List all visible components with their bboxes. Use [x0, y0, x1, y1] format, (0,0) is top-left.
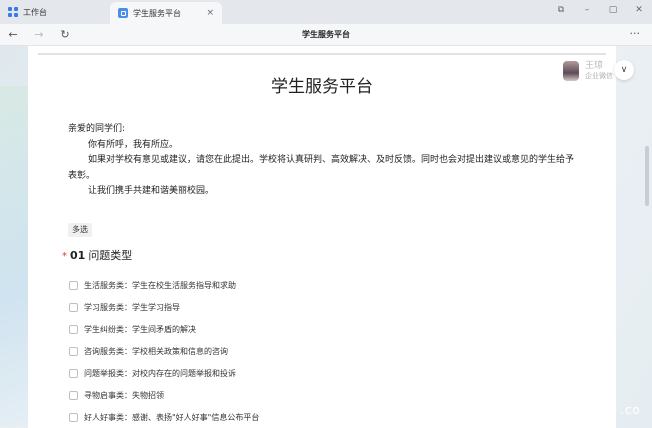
option-item[interactable]: 咨询服务类：学校相关政策和信息的咨询 [69, 340, 259, 362]
tab-workbench[interactable]: 工作台 [0, 0, 110, 24]
scrollbar[interactable] [645, 146, 649, 206]
back-button[interactable]: ← [0, 28, 26, 41]
required-mark: * [62, 251, 67, 262]
divider [38, 53, 606, 55]
option-label: 学习服务类：学生学习指导 [84, 302, 180, 312]
app-icon [118, 8, 128, 18]
chevron-down-icon[interactable]: ∨ [614, 60, 634, 80]
intro-greeting: 亲爱的同学们: [68, 124, 126, 134]
option-item[interactable]: 寻物启事类：失物招领 [69, 384, 259, 406]
question-title: * 01 问题类型 [62, 247, 132, 263]
user-subtitle: 企业微信 [585, 72, 613, 80]
checkbox[interactable] [69, 280, 78, 290]
option-item[interactable]: 好人好事类：感谢、表扬"好人好事"信息公布平台 [69, 406, 259, 428]
close-tab-icon[interactable]: × [206, 8, 214, 18]
form-title: 学生服务平台 [271, 77, 373, 97]
option-item[interactable]: 问题举报类：对校内存在的问题举报和投诉 [69, 362, 259, 384]
close-window-button[interactable]: ✕ [626, 5, 652, 15]
option-item[interactable]: 学生纠纷类：学生间矛盾的解决 [69, 318, 259, 340]
intro-line: 让我们携手共建和谐美丽校园。 [88, 186, 215, 196]
tab-label: 工作台 [23, 7, 47, 17]
user-info: 王琼 企业微信 [585, 61, 613, 81]
more-menu-button[interactable]: ··· [630, 27, 641, 40]
window-controls: ⧉ – ▢ ✕ [548, 0, 652, 20]
option-label: 问题举报类：对校内存在的问题举报和投诉 [84, 368, 236, 378]
tab-label: 学生服务平台 [133, 8, 181, 18]
option-label: 学生纠纷类：学生间矛盾的解决 [84, 324, 196, 334]
background-decoration [0, 86, 28, 426]
refresh-button[interactable]: ↻ [52, 28, 78, 41]
maximize-button[interactable]: ▢ [600, 5, 626, 15]
intro-line: 如果对学校有意见或建议，请您在此提出。学校将认真研判、高效解决、及时反馈。同时也… [68, 155, 575, 181]
tab-student-service[interactable]: 学生服务平台 × [110, 2, 222, 24]
content-area: 学生服务平台 亲爱的同学们: 你有所呼，我有所应。 如果对学校有意见或建议，请您… [0, 46, 652, 428]
watermark-text: .co [620, 403, 641, 417]
option-label: 好人好事类：感谢、表扬"好人好事"信息公布平台 [84, 412, 260, 422]
question-label: 问题类型 [88, 249, 133, 262]
address-bar: ← → ↻ 学生服务平台 ··· [0, 24, 652, 46]
intro-line: 你有所呼，我有所应。 [88, 139, 179, 150]
user-name: 王琼 [585, 61, 604, 71]
forward-button[interactable]: → [26, 28, 52, 41]
checkbox[interactable] [69, 412, 78, 422]
question-number: 01 [70, 249, 86, 262]
option-item[interactable]: 生活服务类：学生在校生活服务指导和求助 [69, 274, 259, 296]
tab-bar: 工作台 学生服务平台 × ⧉ – ▢ ✕ [0, 0, 652, 24]
option-list: 生活服务类：学生在校生活服务指导和求助 学习服务类：学生学习指导 学生纠纷类：学… [69, 274, 259, 428]
option-label: 寻物启事类：失物招领 [84, 390, 164, 400]
checkbox[interactable] [69, 302, 78, 312]
form-paper: 学生服务平台 亲爱的同学们: 你有所呼，我有所应。 如果对学校有意见或建议，请您… [28, 46, 616, 428]
option-item[interactable]: 学习服务类：学生学习指导 [69, 296, 259, 318]
restore-window-icon[interactable]: ⧉ [548, 5, 574, 15]
page-title-bar: 学生服务平台 [302, 30, 350, 39]
avatar [563, 61, 579, 81]
option-label: 咨询服务类：学校相关政策和信息的咨询 [84, 346, 228, 356]
checkbox[interactable] [69, 324, 78, 334]
minimize-button[interactable]: – [574, 5, 600, 15]
checkbox[interactable] [69, 390, 78, 400]
checkbox[interactable] [69, 368, 78, 378]
checkbox[interactable] [69, 346, 78, 356]
form-intro: 亲爱的同学们: 你有所呼，我有所应。 如果对学校有意见或建议，请您在此提出。学校… [68, 122, 578, 200]
multi-select-tag: 多选 [68, 223, 92, 237]
grid-icon [8, 7, 18, 17]
option-label: 生活服务类：学生在校生活服务指导和求助 [84, 280, 236, 290]
